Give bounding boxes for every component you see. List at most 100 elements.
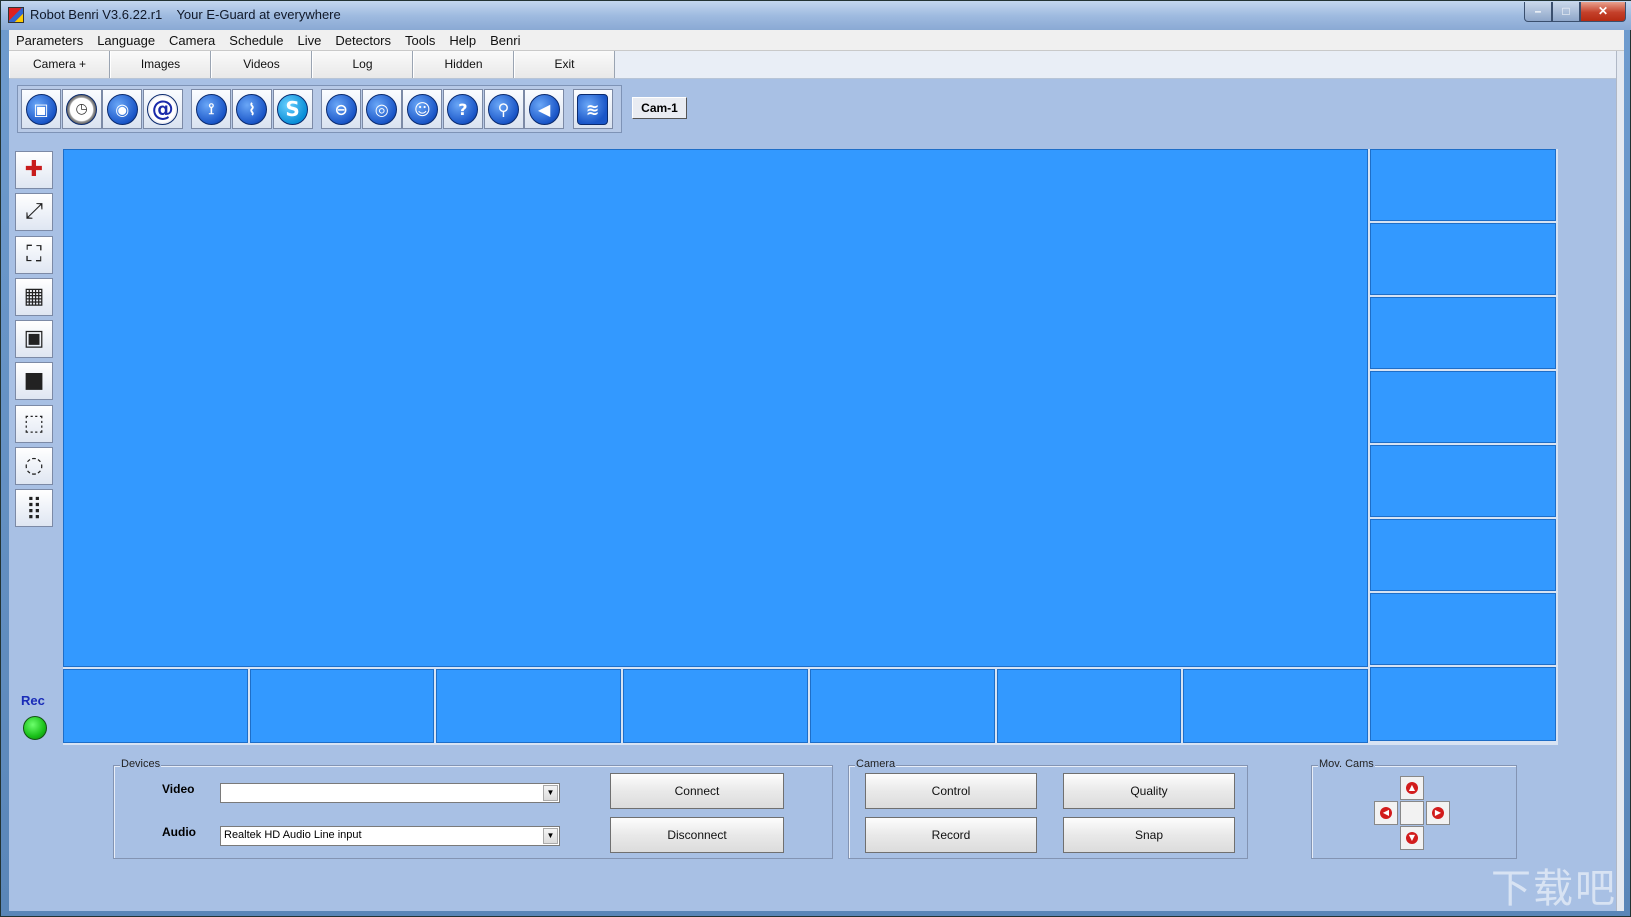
window-controls: – □ ✕ bbox=[1524, 2, 1626, 22]
satellite-dish-icon: ⟟ bbox=[195, 93, 227, 125]
toolbar-group: ≋ bbox=[572, 89, 614, 129]
grid-layout-button[interactable]: ▦ bbox=[15, 277, 53, 316]
eye-button[interactable]: ◎ bbox=[361, 89, 402, 129]
disconnect-button[interactable]: Disconnect bbox=[610, 817, 784, 853]
tab-camera-plus[interactable]: Camera + bbox=[9, 51, 110, 78]
circle-region-button[interactable]: ◌ bbox=[15, 447, 53, 486]
circle-region-icon: ◌ bbox=[24, 453, 44, 479]
app-window: Robot Benri V3.6.22.r1 Your E-Guard at e… bbox=[0, 0, 1631, 917]
menu-tools[interactable]: Tools bbox=[398, 33, 442, 48]
mov-cams-group: Mov. Cams ▲ ◀ ▶ ▼ bbox=[1311, 758, 1517, 859]
title-bar[interactable]: Robot Benri V3.6.22.r1 Your E-Guard at e… bbox=[1, 1, 1631, 30]
minimize-button[interactable]: – bbox=[1524, 2, 1552, 22]
camera-thumbnail[interactable] bbox=[249, 669, 435, 743]
camera-thumbnail[interactable] bbox=[1370, 223, 1556, 295]
move-up-button[interactable]: ▲ bbox=[1400, 776, 1424, 800]
control-panel: Devices Video ▼ Audio Realtek HD Audio L… bbox=[9, 751, 1624, 911]
connect-button[interactable]: Connect bbox=[610, 773, 784, 809]
broadcast-tower-icon: ⌇ bbox=[236, 93, 268, 125]
camera-thumbnail[interactable] bbox=[436, 669, 622, 743]
menu-benri[interactable]: Benri bbox=[483, 33, 527, 48]
person-button[interactable]: ⚲ bbox=[483, 89, 524, 129]
skype-icon: S bbox=[277, 93, 309, 125]
camera-group-title: Camera bbox=[855, 758, 897, 770]
chevron-down-icon[interactable]: ▼ bbox=[543, 785, 558, 801]
add-camera-button[interactable]: ✚ bbox=[15, 151, 53, 189]
camera-thumbnail[interactable] bbox=[1370, 593, 1556, 665]
move-down-button[interactable]: ▼ bbox=[1400, 826, 1424, 850]
app-logo-icon bbox=[8, 7, 24, 23]
record-button[interactable]: Record bbox=[865, 817, 1037, 853]
video-camera-button[interactable]: ■ bbox=[15, 362, 53, 401]
select-region-button[interactable]: ⬚ bbox=[15, 404, 53, 443]
camera-thumbnail[interactable] bbox=[1370, 445, 1556, 517]
video-device-select[interactable]: ▼ bbox=[220, 783, 560, 803]
help-head-button[interactable]: ? bbox=[442, 89, 483, 129]
video-camera-icon: ■ bbox=[23, 368, 45, 394]
chevron-down-icon[interactable]: ▼ bbox=[543, 828, 558, 844]
menu-detectors[interactable]: Detectors bbox=[328, 33, 398, 48]
rec-label: Rec bbox=[21, 693, 45, 708]
snap-button[interactable]: Snap bbox=[1063, 817, 1235, 853]
camera-thumbnail[interactable] bbox=[809, 669, 995, 743]
main-camera-view[interactable] bbox=[63, 149, 1368, 667]
grid-layout-icon: ▦ bbox=[23, 283, 45, 309]
quality-button[interactable]: Quality bbox=[1063, 773, 1235, 809]
camera-thumbnail[interactable] bbox=[996, 669, 1182, 743]
camera-thumbnail[interactable] bbox=[1370, 519, 1556, 591]
tab-videos[interactable]: Videos bbox=[211, 51, 312, 78]
move-left-button[interactable]: ◀ bbox=[1374, 801, 1398, 825]
arrow-left-icon: ◀ bbox=[1380, 807, 1392, 819]
clock-button[interactable]: ◷ bbox=[61, 89, 102, 129]
camera-thumbnail[interactable] bbox=[1370, 667, 1556, 741]
face-detector-button[interactable]: ☺ bbox=[402, 89, 443, 129]
audio-device-value: Realtek HD Audio Line input bbox=[224, 829, 362, 841]
toolbar-group: ⊖ ◎ ☺? ⚲ ◀ bbox=[321, 89, 565, 129]
tab-log[interactable]: Log bbox=[312, 51, 413, 78]
single-layout-button[interactable]: ▣ bbox=[15, 320, 53, 359]
camcorder-button[interactable]: ▣ bbox=[21, 89, 61, 129]
keypad-button[interactable]: ⣿ bbox=[15, 489, 53, 528]
move-center-button[interactable] bbox=[1400, 801, 1424, 825]
video-label: Video bbox=[162, 782, 195, 796]
tab-exit[interactable]: Exit bbox=[514, 51, 615, 78]
camera-thumbnail[interactable] bbox=[1370, 297, 1556, 369]
satellite-dish-button[interactable]: ⟟ bbox=[191, 89, 232, 129]
rss-feed-button[interactable]: ≋ bbox=[572, 89, 613, 129]
menu-parameters[interactable]: Parameters bbox=[9, 33, 90, 48]
fit-frame-button[interactable]: ⛶ bbox=[15, 235, 53, 274]
camera-thumbnail[interactable] bbox=[1370, 149, 1556, 221]
toolbar-group: ▣ ◷ ◉ @ bbox=[21, 89, 183, 129]
camcorder-icon: ▣ bbox=[25, 93, 57, 125]
fullscreen-expand-button[interactable]: ⤢ bbox=[15, 193, 53, 232]
menu-bar: Parameters Language Camera Schedule Live… bbox=[9, 30, 1624, 51]
camera-thumbnail[interactable] bbox=[63, 669, 248, 743]
camera-name-label[interactable]: Cam-1 bbox=[632, 97, 687, 119]
menu-schedule[interactable]: Schedule bbox=[222, 33, 290, 48]
fit-frame-icon: ⛶ bbox=[26, 241, 42, 267]
devices-group-title: Devices bbox=[120, 758, 162, 770]
menu-help[interactable]: Help bbox=[442, 33, 483, 48]
menu-camera[interactable]: Camera bbox=[162, 33, 222, 48]
camera-thumbnail[interactable] bbox=[623, 669, 808, 743]
select-region-icon: ⬚ bbox=[23, 410, 45, 436]
email-button[interactable]: @ bbox=[142, 89, 183, 129]
camera-thumbnail[interactable] bbox=[1370, 371, 1556, 443]
menu-language[interactable]: Language bbox=[90, 33, 162, 48]
speaker-button[interactable]: ◀ bbox=[524, 89, 565, 129]
motion-detector-button[interactable]: ⊖ bbox=[321, 89, 362, 129]
camera-button[interactable]: ◉ bbox=[102, 89, 143, 129]
control-button[interactable]: Control bbox=[865, 773, 1037, 809]
move-right-button[interactable]: ▶ bbox=[1426, 801, 1450, 825]
broadcast-tower-button[interactable]: ⌇ bbox=[231, 89, 272, 129]
camera-thumbnail[interactable] bbox=[1183, 669, 1369, 743]
audio-device-select[interactable]: Realtek HD Audio Line input ▼ bbox=[220, 826, 560, 846]
person-icon: ⚲ bbox=[488, 93, 520, 125]
tab-images[interactable]: Images bbox=[110, 51, 211, 78]
maximize-button[interactable]: □ bbox=[1552, 2, 1580, 22]
menu-live[interactable]: Live bbox=[291, 33, 329, 48]
skype-button[interactable]: S bbox=[272, 89, 313, 129]
close-button[interactable]: ✕ bbox=[1580, 2, 1626, 22]
tab-hidden[interactable]: Hidden bbox=[413, 51, 514, 78]
left-tool-column: ✚ ⤢ ⛶ ▦ ▣ ■ ⬚ ◌ ⣿ bbox=[15, 151, 55, 532]
